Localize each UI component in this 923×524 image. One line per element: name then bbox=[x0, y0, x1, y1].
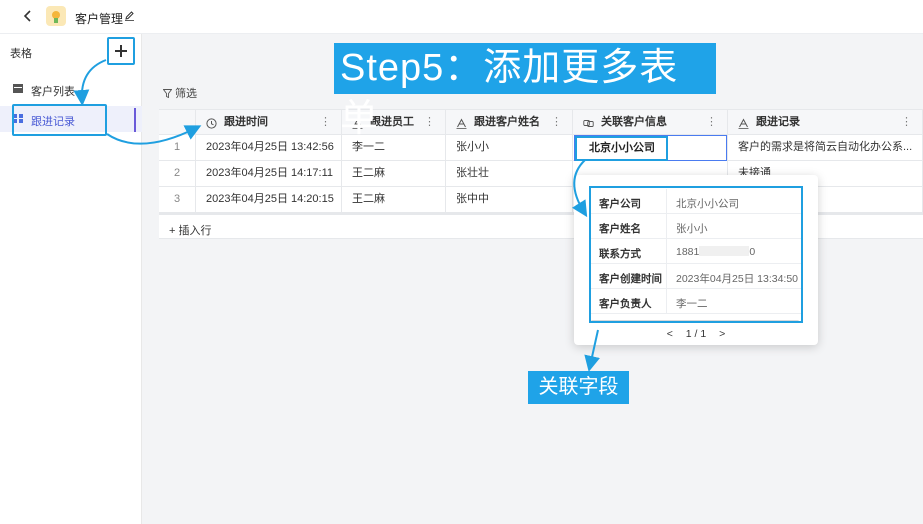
column-menu-icon[interactable]: ⋮ bbox=[706, 110, 717, 134]
text-type-icon bbox=[738, 118, 749, 129]
column-menu-icon[interactable]: ⋮ bbox=[901, 110, 912, 134]
column-menu-icon[interactable]: ⋮ bbox=[320, 110, 331, 134]
chevron-right-icon[interactable]: > bbox=[719, 328, 725, 340]
app-logo-icon bbox=[46, 6, 66, 26]
filter-button[interactable]: 筛选 bbox=[163, 85, 197, 101]
column-menu-icon[interactable]: ⋮ bbox=[551, 110, 562, 134]
linked-record-chip[interactable]: 北京小小公司 bbox=[575, 136, 668, 161]
field-label-banner: 关联字段 bbox=[528, 371, 629, 404]
highlight-frame bbox=[589, 186, 803, 323]
cell-customer[interactable]: 张壮壮 bbox=[446, 161, 573, 186]
linked-record-popup: 客户公司 北京小小公司 客户姓名 张小小 联系方式 1881 0 客户创建时间 2… bbox=[574, 175, 818, 345]
cell-staff[interactable]: 王二麻 bbox=[342, 161, 446, 186]
top-bar: 客户管理 bbox=[0, 0, 923, 34]
cell-record[interactable]: 客户的需求是将简云自动化办公系... bbox=[728, 135, 923, 160]
cell-time[interactable]: 2023年04月25日 14:20:15 bbox=[196, 187, 342, 212]
clock-icon bbox=[206, 118, 217, 129]
link-icon bbox=[583, 120, 594, 127]
popup-pager: < 1 / 1 > bbox=[574, 328, 818, 340]
column-header-time[interactable]: 跟进时间 ⋮ bbox=[196, 110, 342, 134]
text-type-icon bbox=[456, 118, 467, 129]
row-number-header bbox=[159, 110, 196, 134]
column-menu-icon[interactable]: ⋮ bbox=[424, 110, 435, 134]
column-header-record[interactable]: 跟进记录 ⋮ bbox=[728, 110, 923, 134]
step-banner: Step5：添加更多表单 bbox=[334, 43, 716, 140]
pager-text: 1 / 1 bbox=[685, 328, 707, 340]
highlight-frame bbox=[12, 104, 107, 136]
sidebar-header: 表格 bbox=[10, 48, 32, 60]
chevron-left-icon[interactable] bbox=[22, 9, 34, 23]
chevron-left-icon[interactable]: < bbox=[667, 328, 673, 340]
table-icon bbox=[13, 84, 23, 93]
cell-staff[interactable]: 王二麻 bbox=[342, 187, 446, 212]
add-table-button[interactable] bbox=[107, 37, 135, 65]
cell-time[interactable]: 2023年04月25日 14:17:11 bbox=[196, 161, 342, 186]
cell-customer[interactable]: 张小小 bbox=[446, 135, 573, 160]
funnel-icon bbox=[163, 89, 172, 98]
cell-time[interactable]: 2023年04月25日 13:42:56 bbox=[196, 135, 342, 160]
cell-customer[interactable]: 张中中 bbox=[446, 187, 573, 212]
row-number: 3 bbox=[159, 187, 196, 212]
pencil-icon[interactable] bbox=[124, 10, 135, 21]
table-header: 跟进时间 ⋮ 跟进员工 ⋮ 跟进客户姓名 ⋮ 关联客户信息 ⋮ 跟进记录 ⋮ bbox=[159, 109, 923, 135]
filter-label: 筛选 bbox=[175, 88, 197, 100]
app-title: 客户管理 bbox=[75, 12, 124, 26]
table-row[interactable]: 1 2023年04月25日 13:42:56 李一二 张小小 客户的需求是将简云… bbox=[159, 135, 923, 161]
row-number: 1 bbox=[159, 135, 196, 160]
row-number: 2 bbox=[159, 161, 196, 186]
insert-row-label: + 插入行 bbox=[169, 225, 212, 237]
column-header-customer[interactable]: 跟进客户姓名 ⋮ bbox=[446, 110, 573, 134]
sidebar-item-label: 客户列表 bbox=[31, 86, 75, 98]
column-header-linked[interactable]: 关联客户信息 ⋮ bbox=[573, 110, 728, 134]
active-indicator bbox=[134, 108, 136, 132]
sidebar-item-customer-list[interactable]: 客户列表 bbox=[0, 76, 142, 102]
